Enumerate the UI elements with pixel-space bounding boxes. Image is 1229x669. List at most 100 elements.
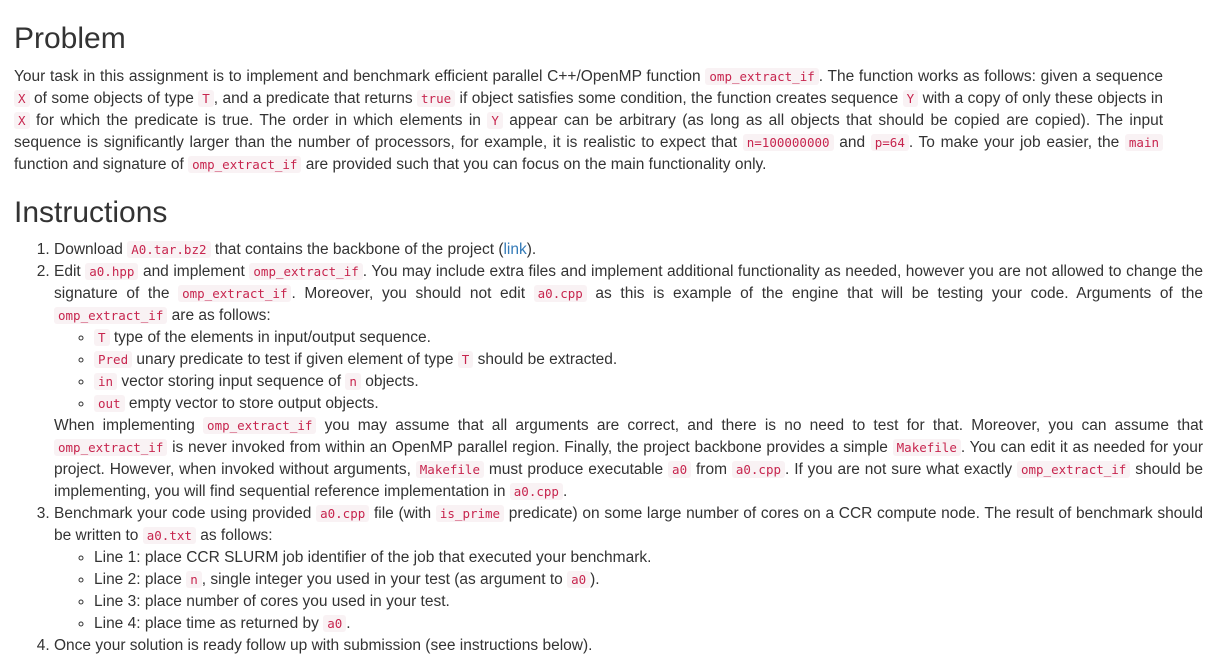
result-line-item: Line 1: place CCR SLURM job identifier o… [94,547,1203,569]
text: ). [526,241,537,258]
text: Line 4: place time as returned by [94,615,324,632]
inline-code: a0.txt [142,527,196,544]
inline-code: omp_extract_if [203,417,317,434]
inline-code: a0.hpp [85,263,139,280]
inline-code: A0.tar.bz2 [127,241,211,258]
text: . The function works as follows: given a… [818,68,1163,85]
text: Line 3: place number of cores you used i… [94,593,450,610]
text: and [833,134,871,151]
text: is never invoked from within an OpenMP p… [167,439,893,456]
text: Your task in this assignment is to imple… [14,68,706,85]
inline-code: n=100000000 [742,134,834,151]
result-line-item: Line 4: place time as returned by a0. [94,613,1203,635]
text: vector storing input sequence of [117,373,346,390]
inline-code: main [1124,134,1163,151]
problem-heading: Problem [14,22,126,55]
text: ). [590,571,600,588]
text: . To make your job easier, the [908,134,1125,151]
result-line-item: Line 2: place n, single integer you used… [94,569,1203,591]
inline-code: true [417,90,456,107]
argument-item: out empty vector to store output objects… [94,393,1203,415]
text: Benchmark your code using provided [54,505,317,522]
text: Download [54,241,128,258]
text: of some objects of type [29,90,199,107]
text: with a copy of only these objects in [918,90,1163,107]
inline-code: in [94,373,118,390]
result-lines-list: Line 1: place CCR SLURM job identifier o… [54,547,1203,635]
inline-code: Makefile [892,439,961,456]
text: When implementing [54,417,204,434]
text: Line 1: place CCR SLURM job identifier o… [94,549,652,566]
step-download: Download A0.tar.bz2 that contains the ba… [54,239,1203,261]
text: you may assume that all arguments are co… [316,417,1203,434]
step-edit: Edit a0.hpp and implement omp_extract_if… [54,261,1203,503]
text: . [562,483,568,500]
inline-code: X [14,90,30,107]
problem-paragraph: Your task in this assignment is to imple… [14,66,1163,176]
text: as follows: [195,527,273,544]
text: file (with [369,505,436,522]
instructions-heading: Instructions [14,196,168,229]
text: should be extracted. [473,351,618,368]
instructions-list: Download A0.tar.bz2 that contains the ba… [14,239,1203,657]
inline-code: a0 [323,615,347,632]
inline-code: a0.cpp [533,285,587,302]
argument-item: Pred unary predicate to test if given el… [94,349,1203,371]
inline-code: Y [487,112,503,129]
argument-item: in vector storing input sequence of n ob… [94,371,1203,393]
inline-code: a0.cpp [316,505,370,522]
inline-code: out [94,395,125,412]
inline-code: a0.cpp [731,461,786,478]
text: , single integer you used in your test (… [201,571,568,588]
inline-code: omp_extract_if [54,307,168,324]
text: Line 2: place [94,571,187,588]
assignment-page: Problem Your task in this assignment is … [0,0,1229,669]
inline-code: p=64 [870,134,909,151]
text: empty vector to store output objects. [124,395,379,412]
inline-code: a0 [567,571,591,588]
text: must produce executable [484,461,669,478]
inline-code: T [457,351,474,368]
text: function and signature of [14,156,189,173]
inline-code: T [94,329,110,346]
inline-code: X [14,112,30,129]
project-link[interactable]: link [503,241,526,258]
text: and implement [138,263,250,280]
result-line-item: Line 3: place number of cores you used i… [94,591,1203,613]
inline-code: Y [902,90,919,107]
inline-code: omp_extract_if [1016,461,1131,478]
arguments-list: T type of the elements in input/output s… [54,327,1203,415]
text: for which the predicate is true. The ord… [29,112,488,129]
text: that contains the backbone of the projec… [210,241,504,258]
step-submit: Once your solution is ready follow up wi… [54,635,1203,657]
text: are provided such that you can focus on … [301,156,767,173]
inline-code: omp_extract_if [249,263,363,280]
text: . If you are not sure what exactly [785,461,1017,478]
text: from [691,461,732,478]
argument-item: T type of the elements in input/output s… [94,327,1203,349]
inline-code: Pred [94,351,133,368]
text: , and a predicate that returns [213,90,418,107]
text: Once your solution is ready follow up wi… [54,637,593,654]
text: . Moreover, you should not edit [291,285,534,302]
inline-code: is_prime [435,505,505,522]
inline-code: Makefile [415,461,484,478]
inline-code: T [198,90,214,107]
text: as this is example of the engine that wi… [586,285,1203,302]
inline-code: omp_extract_if [54,439,168,456]
step-benchmark: Benchmark your code using provided a0.cp… [54,503,1203,635]
inline-code: omp_extract_if [178,285,292,302]
text: are as follows: [167,307,271,324]
inline-code: n [345,373,361,390]
inline-code: omp_extract_if [188,156,302,173]
text: Edit [54,263,86,280]
text: unary predicate to test if given element… [132,351,458,368]
inline-code: a0 [668,461,692,478]
inline-code: a0.cpp [509,483,563,500]
text: if object satisfies some condition, the … [455,90,903,107]
inline-code: omp_extract_if [705,68,819,85]
text: . [346,615,351,632]
text: type of the elements in input/output seq… [109,329,431,346]
text: objects. [360,373,419,390]
inline-code: n [186,571,202,588]
